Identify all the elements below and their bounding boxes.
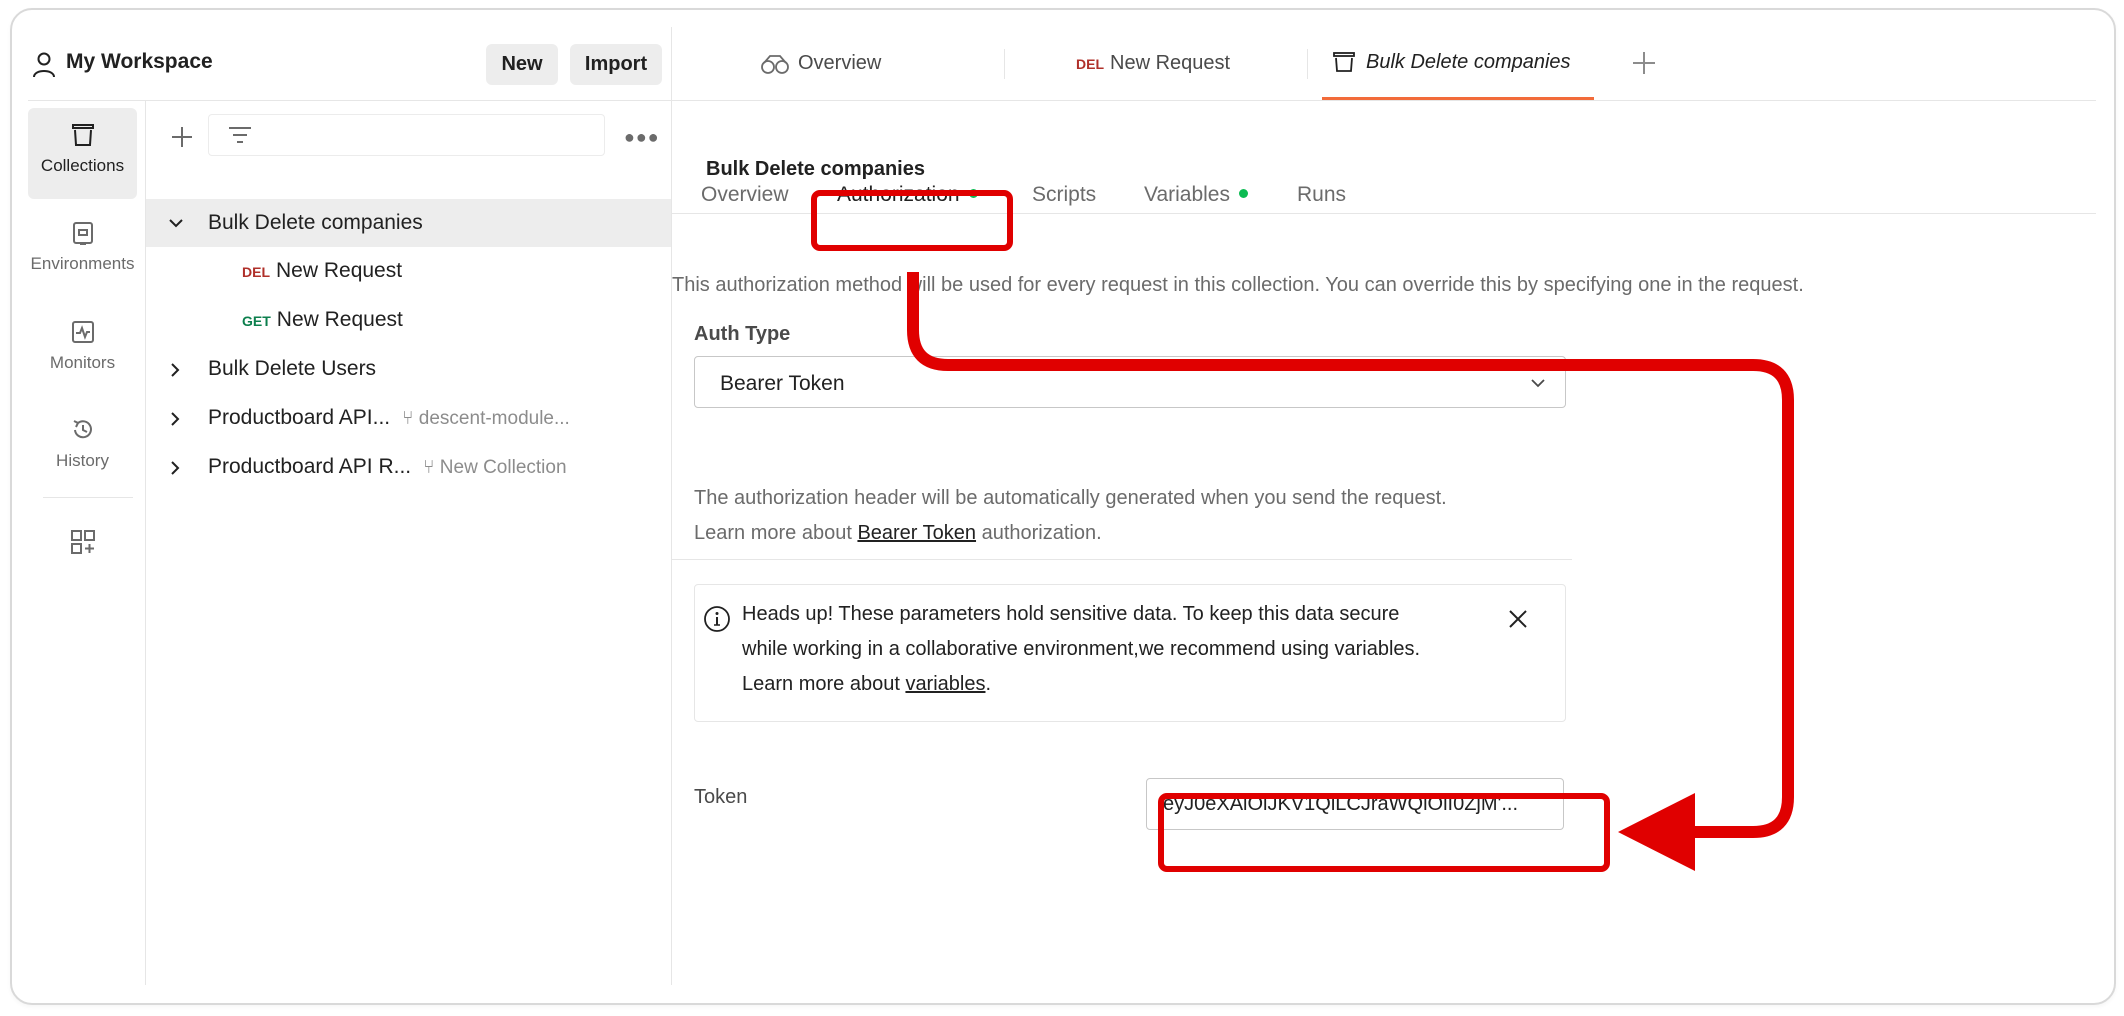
collections-sidebar: ●●● Bulk Delete companies DEL New Request…	[146, 101, 672, 985]
tree-item-request[interactable]: DEL New Request	[146, 247, 671, 295]
collection-icon	[1333, 52, 1355, 72]
alert-text: Learn more about variables.	[742, 673, 992, 695]
section-divider	[672, 559, 1572, 560]
tab-label: New Request	[1110, 52, 1231, 74]
filter-icon[interactable]	[227, 125, 253, 145]
fork-icon: ⑂	[402, 408, 419, 429]
collections-icon	[71, 124, 94, 146]
tree-item-label: Productboard API R...	[208, 455, 412, 478]
auth-type-select[interactable]: Bearer Token	[694, 356, 1566, 408]
chevron-down-icon	[1531, 379, 1545, 388]
tree-item-label: New Request	[276, 308, 403, 331]
rail-item-monitors[interactable]: Monitors	[28, 305, 137, 396]
rail-label-monitors: Monitors	[49, 353, 116, 372]
token-input[interactable]: eyJ0eXAiOiJKV1QiLCJraWQiOiI0ZjM'...	[1146, 778, 1564, 830]
collection-title: Bulk Delete companies	[706, 158, 925, 180]
add-tab-icon[interactable]	[1630, 49, 1658, 77]
monitors-icon	[71, 321, 94, 343]
environments-icon	[72, 222, 93, 245]
method-badge-del: DEL	[242, 264, 270, 280]
subtab-runs[interactable]: Runs	[1297, 183, 1346, 207]
chevron-right-icon[interactable]	[168, 460, 182, 476]
sidebar-search-input[interactable]	[208, 114, 605, 156]
more-options-icon[interactable]: ●●●	[624, 127, 660, 148]
bearer-token-link[interactable]: Bearer Token	[857, 522, 976, 544]
tab-overview[interactable]: Overview	[760, 27, 881, 100]
auth-type-value: Bearer Token	[720, 372, 845, 395]
alert-text: while working in a collaborative environ…	[742, 638, 1421, 660]
subtab-overview[interactable]: Overview	[701, 183, 789, 207]
fork-icon: ⑂	[423, 457, 440, 478]
new-button[interactable]: New	[486, 44, 558, 85]
history-icon	[73, 420, 92, 439]
rail-item-history[interactable]: History	[28, 403, 137, 494]
tab-bar: Overview DEL New Request Bulk Delete com…	[672, 27, 2096, 101]
rail-item-collections[interactable]: Collections	[28, 108, 137, 199]
status-dot	[1239, 188, 1248, 198]
rail-item-environments[interactable]: Environments	[28, 206, 151, 297]
tree-item-collection[interactable]: Bulk Delete Users	[146, 345, 671, 393]
tree-item-collection[interactable]: Bulk Delete companies	[146, 199, 671, 247]
tab-divider	[1307, 49, 1308, 79]
tree-item-label: Bulk Delete companies	[208, 211, 423, 234]
left-rail: Collections Environments Monitors Histor…	[28, 101, 146, 985]
info-icon	[704, 606, 730, 632]
tab-label: Bulk Delete companies	[1366, 50, 1571, 73]
auth-help-line: The authorization header will be automat…	[694, 487, 1447, 509]
close-icon[interactable]	[1507, 608, 1529, 630]
tree-item-collection[interactable]: Productboard API... ⑂ descent-module...	[146, 394, 671, 442]
tree-item-label: New Request	[276, 259, 403, 282]
variables-link[interactable]: variables	[905, 673, 985, 695]
workspace-header: My Workspace New Import	[28, 27, 672, 101]
alert-text: Heads up! These parameters hold sensitiv…	[742, 603, 1400, 625]
tab-label: Overview	[798, 52, 882, 74]
chevron-down-icon[interactable]	[168, 216, 184, 230]
token-label: Token	[694, 786, 748, 808]
method-badge-get: GET	[242, 313, 271, 329]
tree-item-label: Bulk Delete Users	[208, 357, 377, 380]
fork-label: New Collection	[439, 457, 567, 478]
subtab-variables[interactable]: Variables	[1144, 183, 1248, 207]
tree-item-request[interactable]: GET New Request	[146, 296, 671, 344]
add-widget-icon[interactable]	[70, 529, 96, 555]
workspace-title: My Workspace	[66, 50, 213, 73]
tab-divider	[1004, 49, 1005, 79]
add-collection-icon[interactable]	[168, 123, 196, 151]
subtab-scripts[interactable]: Scripts	[1032, 183, 1096, 207]
rail-label-history: History	[56, 451, 109, 470]
status-dot	[968, 188, 978, 198]
tree-item-label: Productboard API...	[208, 406, 391, 429]
import-button[interactable]: Import	[570, 44, 662, 85]
chevron-right-icon[interactable]	[168, 411, 182, 427]
auth-help-line: Learn more about Bearer Token authorizat…	[694, 522, 1102, 544]
user-icon	[33, 52, 55, 78]
fork-label: descent-module...	[418, 408, 570, 429]
rail-label-environments: Environments	[30, 254, 135, 273]
auth-description: This authorization method will be used f…	[672, 274, 1804, 296]
chevron-right-icon[interactable]	[168, 362, 182, 378]
method-badge-del: DEL	[1076, 55, 1104, 72]
rail-label-collections: Collections	[40, 156, 125, 175]
tab-bulk-delete-companies[interactable]: Bulk Delete companies	[1322, 27, 1594, 100]
sensitive-data-alert: Heads up! These parameters hold sensitiv…	[694, 584, 1566, 722]
overview-icon	[761, 54, 789, 74]
rail-divider	[43, 497, 133, 498]
subtab-authorization[interactable]: Authorization	[837, 183, 978, 207]
auth-type-label: Auth Type	[694, 323, 791, 345]
tab-new-request[interactable]: DEL New Request	[1076, 27, 1230, 100]
tree-item-collection[interactable]: Productboard API R... ⑂ New Collection	[146, 443, 671, 491]
